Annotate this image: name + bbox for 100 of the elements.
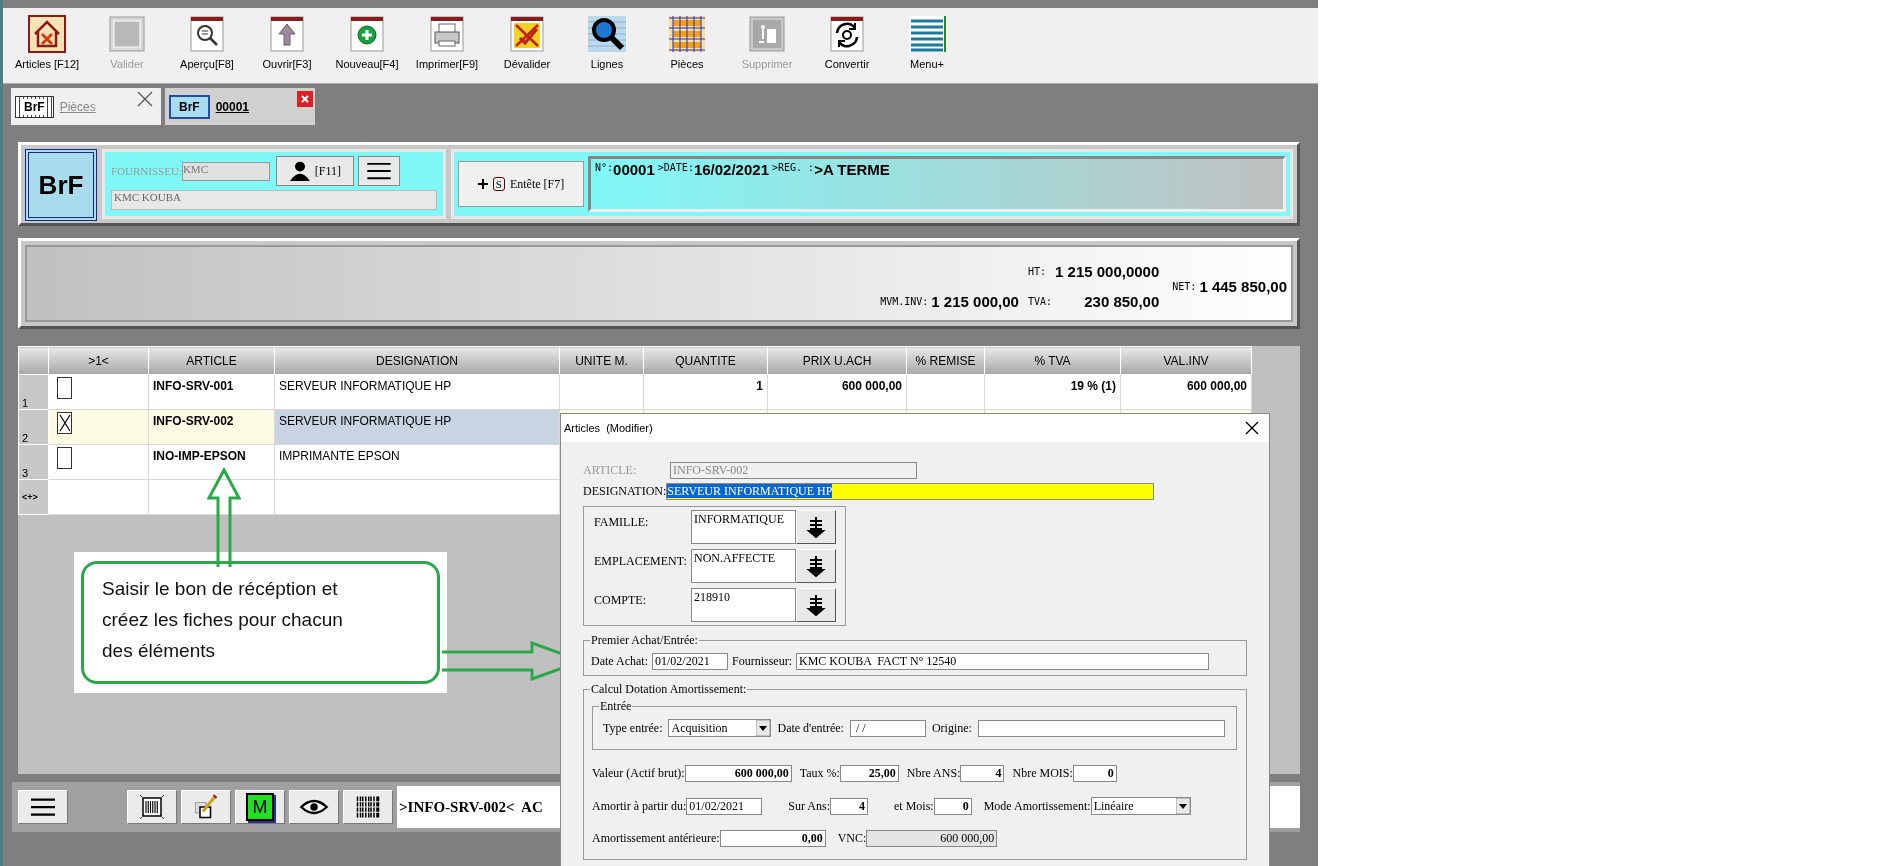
- lookup-button[interactable]: [796, 510, 836, 544]
- input-field[interactable]: 0: [1072, 765, 1117, 782]
- total-value: 230 850,00: [1083, 292, 1160, 310]
- supplier-button[interactable]: [F11]: [275, 156, 354, 186]
- toolbar-button[interactable]: M: [235, 790, 285, 824]
- add-icon: [347, 14, 387, 54]
- column-header[interactable]: VAL.INV: [1120, 346, 1252, 375]
- dropdown-arrow-icon[interactable]: [1175, 798, 1190, 814]
- dropdown[interactable]: Acquisition: [668, 719, 772, 737]
- table-cell: INFO-SRV-001: [148, 374, 275, 410]
- toolbar-button[interactable]: Lignes: [567, 14, 647, 70]
- column-header[interactable]: QUANTITE: [643, 346, 768, 375]
- toolbar-button[interactable]: Nouveau[F4]: [327, 14, 407, 70]
- house-icon: [27, 14, 67, 54]
- checkbox[interactable]: [57, 377, 72, 399]
- input-field[interactable]: 0,00: [719, 830, 826, 847]
- toolbar-button[interactable]: Menu+: [887, 14, 967, 70]
- input-field[interactable]: KMC KOUBA FACT N° 12540: [796, 653, 1209, 670]
- input-field[interactable]: 4: [960, 765, 1005, 782]
- column-header[interactable]: DESIGNATION: [274, 346, 560, 375]
- add-row-button[interactable]: <+>: [18, 479, 49, 515]
- column-header[interactable]: % REMISE: [906, 346, 985, 375]
- total-value: 1 215 000,00: [931, 292, 1019, 310]
- toolbar-button[interactable]: Imprimer[F9]: [407, 14, 487, 70]
- field-label: EMPLACEMENT:: [594, 554, 688, 569]
- lookup-button[interactable]: [796, 588, 836, 622]
- menu-button[interactable]: [357, 156, 400, 186]
- total-label: HT:: [1027, 266, 1047, 278]
- checkbox[interactable]: [57, 447, 72, 469]
- toolbar-button[interactable]: Convertir: [807, 14, 887, 70]
- toolbar-button[interactable]: [18, 790, 68, 824]
- dropdown[interactable]: Linéaire: [1090, 797, 1191, 815]
- field-label: Date d'entrée:: [777, 720, 844, 736]
- lookup-button[interactable]: [796, 549, 836, 583]
- input-field[interactable]: 25,00: [839, 765, 899, 782]
- input-field[interactable]: 600 000,00: [866, 830, 998, 847]
- field-value: 16/02/2021: [693, 161, 769, 178]
- toolbar-button[interactable]: Pièces: [647, 14, 727, 70]
- table-cell: 1: [643, 374, 768, 410]
- toolbar-button[interactable]: [181, 790, 231, 824]
- input-field[interactable]: 218910: [691, 588, 796, 622]
- total-label: NET:: [1172, 281, 1197, 292]
- input-field[interactable]: SERVEUR INFORMATIQUE HP: [666, 483, 1155, 500]
- total-label: TVA:: [1027, 295, 1053, 307]
- column-header[interactable]: ARTICLE: [148, 346, 275, 375]
- input-field[interactable]: / /: [849, 719, 926, 737]
- row-number[interactable]: 3: [18, 444, 49, 480]
- input-field[interactable]: NON.AFFECTE: [691, 549, 796, 583]
- column-header[interactable]: % TVA: [984, 346, 1121, 375]
- input-field[interactable]: [977, 719, 1225, 737]
- field-value: 00001: [613, 161, 655, 178]
- table-cell: SERVEUR INFORMATIQUE HP: [274, 409, 560, 445]
- table-cell: SERVEUR INFORMATIQUE HP: [274, 374, 560, 410]
- field-label: Mode Amortissement:: [983, 798, 1091, 814]
- input-field[interactable]: 600 000,00: [684, 765, 792, 782]
- field-label: FOURNISSEU:: [111, 165, 182, 177]
- field-label: Nbre ANS:: [906, 766, 961, 781]
- row-number[interactable]: 1: [18, 374, 49, 410]
- column-header[interactable]: >1<: [48, 346, 149, 375]
- toolbar-button[interactable]: [127, 790, 177, 824]
- close-icon[interactable]: [1245, 421, 1259, 435]
- row-number[interactable]: 2: [18, 409, 49, 445]
- document-tab[interactable]: BrF 00001: [165, 88, 315, 125]
- input-field[interactable]: 0: [933, 797, 972, 815]
- field-label: ARTICLE:: [583, 463, 638, 478]
- tab-label[interactable]: 00001: [215, 99, 250, 114]
- toolbar-button[interactable]: Aperçu[F8]: [167, 14, 247, 70]
- input-field[interactable]: INFORMATIQUE: [691, 510, 796, 544]
- letter-icon: M: [246, 793, 274, 821]
- table-cell: INFO-SRV-002: [148, 409, 275, 445]
- dialog-title: Articles (Modifier): [564, 422, 653, 434]
- field-label: Fournisseur:: [732, 654, 792, 669]
- field-label: Sur Ans:: [788, 798, 830, 814]
- input-field[interactable]: 01/02/2021: [686, 797, 763, 815]
- input-field[interactable]: KMC KOUBA: [111, 190, 437, 210]
- column-header[interactable]: UNITE M.: [559, 346, 644, 375]
- header-button[interactable]: S Entête [F7]: [458, 161, 584, 207]
- toolbar-button[interactable]: Dévalider: [487, 14, 567, 70]
- toolbar-button[interactable]: [289, 790, 339, 824]
- field-label: Nbre MOIS:: [1012, 766, 1073, 781]
- field-label: Taux %:: [799, 766, 840, 781]
- plus-icon: [477, 179, 488, 189]
- column-header[interactable]: PRIX U.ACH: [767, 346, 907, 375]
- toolbar-button[interactable]: [343, 790, 393, 824]
- callout-text: Saisir le bon de récéption et créez les fiches pour chacun des éléments: [102, 577, 344, 663]
- table-cell: INO-IMP-EPSON: [148, 444, 275, 480]
- document-tab[interactable]: BrF Pièces: [11, 88, 161, 125]
- field-label: N°:: [595, 162, 614, 173]
- table-cell: 600 000,00: [1120, 374, 1252, 410]
- input-field[interactable]: KMC: [181, 161, 270, 181]
- dropdown-arrow-icon[interactable]: [756, 720, 771, 736]
- field-label: DESIGNATION:: [583, 484, 667, 499]
- checkbox[interactable]: [57, 412, 72, 434]
- input-field[interactable]: 4: [830, 797, 868, 815]
- total-value: 1 445 850,00: [1199, 278, 1287, 295]
- toolbar-button[interactable]: Articles [F12]: [7, 14, 87, 70]
- close-icon[interactable]: [137, 91, 153, 107]
- input-field[interactable]: 01/02/2021: [652, 653, 728, 670]
- toolbar-button[interactable]: Ouvrir[F3]: [247, 14, 327, 70]
- field-label: COMPTE:: [594, 593, 647, 608]
